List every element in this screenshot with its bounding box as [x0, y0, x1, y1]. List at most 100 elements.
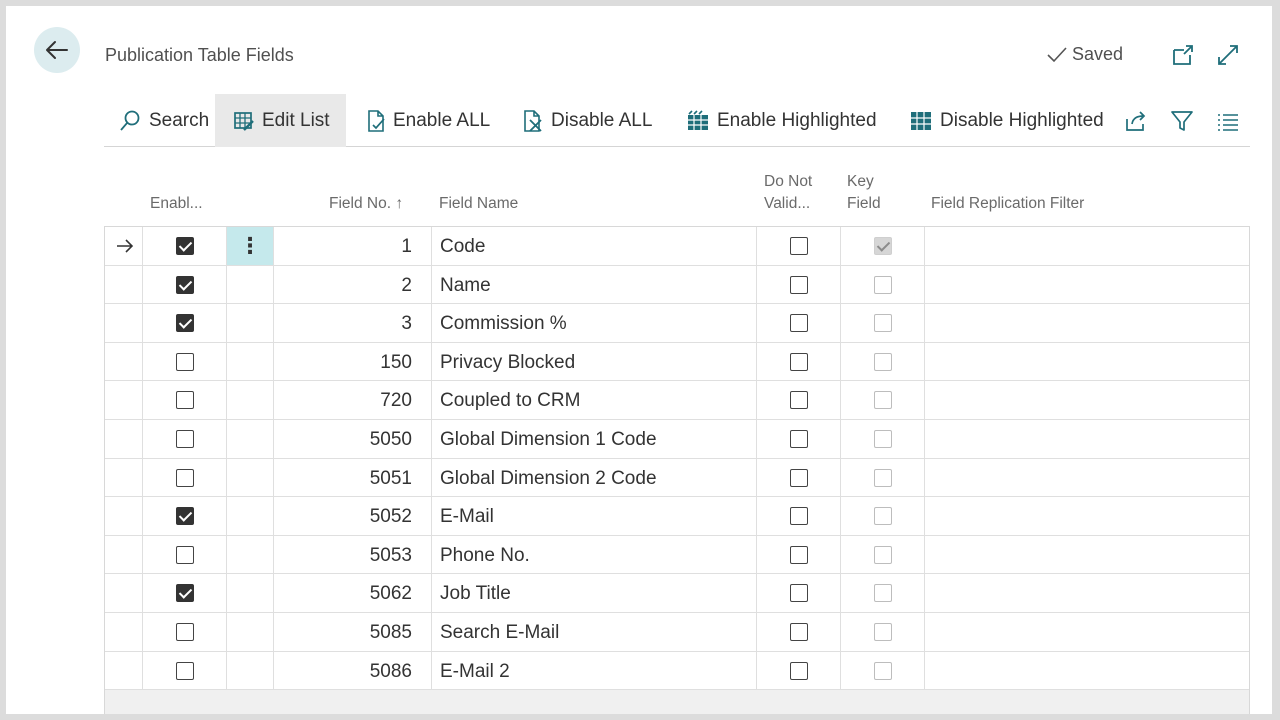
column-header-do-not-validate[interactable]: Do Not Valid...	[764, 171, 812, 215]
table-row[interactable]: 150 Privacy Blocked	[105, 342, 1249, 382]
expand-icon[interactable]	[1216, 43, 1240, 67]
do-not-validate-cell[interactable]	[757, 574, 841, 612]
do-not-validate-checkbox[interactable]	[789, 545, 808, 564]
do-not-validate-cell[interactable]	[757, 497, 841, 535]
enabled-checkbox[interactable]	[175, 507, 194, 526]
column-header-field-no[interactable]: Field No. ↑	[329, 193, 403, 215]
open-in-new-icon[interactable]	[1171, 43, 1195, 67]
do-not-validate-checkbox[interactable]	[789, 430, 808, 448]
enable-highlighted-button[interactable]: Enable Highlighted	[686, 94, 877, 147]
do-not-validate-checkbox[interactable]	[789, 275, 808, 294]
enabled-cell[interactable]	[143, 304, 227, 342]
field-replication-filter-cell[interactable]	[925, 652, 1249, 690]
row-selector[interactable]	[105, 535, 143, 574]
column-header-filter[interactable]: Field Replication Filter	[931, 193, 1084, 215]
row-selector[interactable]	[105, 497, 143, 535]
do-not-validate-cell[interactable]	[757, 342, 841, 381]
filter-button[interactable]	[1170, 94, 1201, 147]
enabled-cell[interactable]	[143, 651, 227, 690]
row-selector[interactable]	[105, 381, 143, 419]
edit-list-button[interactable]: Edit List	[215, 94, 346, 147]
row-selector[interactable]	[105, 651, 143, 690]
enabled-checkbox[interactable]	[175, 352, 194, 371]
field-replication-filter-cell[interactable]	[925, 304, 1249, 342]
enable-all-button[interactable]: Enable ALL	[366, 94, 490, 147]
field-replication-filter-cell[interactable]	[925, 420, 1249, 458]
row-selector[interactable]	[105, 304, 143, 342]
enabled-checkbox[interactable]	[175, 275, 194, 294]
table-row[interactable]: 3 Commission %	[105, 304, 1249, 343]
row-selector[interactable]	[105, 458, 143, 497]
row-selector[interactable]	[105, 342, 143, 381]
enabled-checkbox[interactable]	[175, 468, 194, 487]
do-not-validate-cell[interactable]	[757, 458, 841, 497]
enabled-checkbox[interactable]	[175, 391, 194, 410]
disable-all-button[interactable]: Disable ALL	[522, 94, 652, 147]
enabled-cell[interactable]	[143, 342, 227, 381]
do-not-validate-cell[interactable]	[757, 420, 841, 458]
table-row[interactable]: 5051 Global Dimension 2 Code	[105, 458, 1249, 498]
table-row[interactable]: 5050 Global Dimension 1 Code	[105, 420, 1249, 459]
do-not-validate-checkbox[interactable]	[789, 584, 808, 603]
back-button[interactable]	[34, 27, 80, 73]
column-header-field-name[interactable]: Field Name	[439, 193, 518, 215]
enabled-cell[interactable]	[143, 574, 227, 612]
do-not-validate-cell[interactable]	[757, 227, 841, 265]
enabled-cell[interactable]	[143, 458, 227, 497]
table-row[interactable]: ⋮ 1 Code	[105, 227, 1249, 266]
do-not-validate-checkbox[interactable]	[789, 314, 808, 333]
table-row[interactable]: 2 Name	[105, 265, 1249, 305]
row-selector[interactable]	[105, 420, 143, 458]
field-replication-filter-cell[interactable]	[925, 227, 1249, 265]
enabled-checkbox[interactable]	[175, 314, 194, 333]
column-header-enabled[interactable]: Enabl...	[150, 193, 203, 215]
enabled-cell[interactable]	[143, 420, 227, 458]
do-not-validate-checkbox[interactable]	[789, 352, 808, 371]
field-replication-filter-cell[interactable]	[925, 613, 1249, 651]
do-not-validate-cell[interactable]	[757, 381, 841, 419]
table-row[interactable]: 5062 Job Title	[105, 574, 1249, 613]
do-not-validate-checkbox[interactable]	[789, 623, 808, 641]
row-selector[interactable]	[105, 265, 143, 304]
do-not-validate-cell[interactable]	[757, 535, 841, 574]
field-replication-filter-cell[interactable]	[925, 459, 1249, 497]
do-not-validate-checkbox[interactable]	[789, 391, 808, 410]
enabled-checkbox[interactable]	[175, 623, 194, 641]
table-row[interactable]: 720 Coupled to CRM	[105, 381, 1249, 420]
enabled-cell[interactable]	[143, 613, 227, 651]
do-not-validate-cell[interactable]	[757, 651, 841, 690]
enabled-cell[interactable]	[143, 265, 227, 304]
do-not-validate-checkbox[interactable]	[789, 661, 808, 680]
field-replication-filter-cell[interactable]	[925, 574, 1249, 612]
enabled-cell[interactable]	[143, 497, 227, 535]
field-replication-filter-cell[interactable]	[925, 266, 1249, 304]
column-header-key-field[interactable]: Key Field	[847, 171, 881, 215]
table-row[interactable]: 5086 E-Mail 2	[105, 651, 1249, 691]
disable-highlighted-button[interactable]: Disable Highlighted	[909, 94, 1104, 147]
table-row[interactable]: 5052 E-Mail	[105, 497, 1249, 536]
field-replication-filter-cell[interactable]	[925, 381, 1249, 419]
do-not-validate-checkbox[interactable]	[789, 237, 808, 255]
do-not-validate-checkbox[interactable]	[789, 507, 808, 526]
search-button[interactable]: Search	[118, 94, 209, 147]
table-row[interactable]: 5053 Phone No.	[105, 535, 1249, 575]
enabled-cell[interactable]	[143, 535, 227, 574]
field-replication-filter-cell[interactable]	[925, 497, 1249, 535]
do-not-validate-cell[interactable]	[757, 613, 841, 651]
do-not-validate-cell[interactable]	[757, 304, 841, 342]
enabled-checkbox[interactable]	[175, 430, 194, 448]
enabled-checkbox[interactable]	[175, 545, 194, 564]
enabled-checkbox[interactable]	[175, 661, 194, 680]
field-replication-filter-cell[interactable]	[925, 536, 1249, 574]
enabled-cell[interactable]	[143, 227, 227, 265]
row-selector[interactable]	[105, 613, 143, 651]
more-options-icon[interactable]: ⋮	[227, 227, 273, 265]
enabled-checkbox[interactable]	[175, 584, 194, 603]
field-replication-filter-cell[interactable]	[925, 343, 1249, 381]
row-selector[interactable]	[105, 227, 143, 265]
list-view-button[interactable]	[1216, 94, 1247, 147]
row-selector[interactable]	[105, 574, 143, 612]
table-row[interactable]: 5085 Search E-Mail	[105, 613, 1249, 652]
do-not-validate-checkbox[interactable]	[789, 468, 808, 487]
do-not-validate-cell[interactable]	[757, 265, 841, 304]
